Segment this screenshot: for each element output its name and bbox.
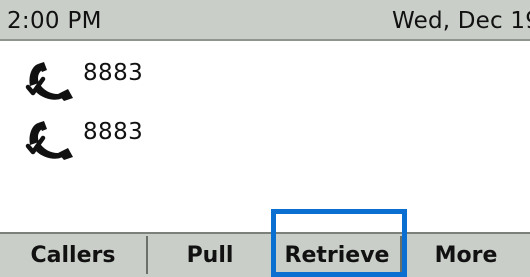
softkey-more[interactable]: More	[402, 234, 530, 277]
call-number: 8883	[83, 60, 144, 86]
softkey-callers[interactable]: Callers	[0, 234, 146, 277]
softkey-bar: Callers Pull Retrieve More	[0, 232, 530, 277]
held-call-line[interactable]: 8883	[0, 56, 530, 104]
phone-screen: 2:00 PM Wed, Dec 19 8883 8883 Callers Pu…	[0, 0, 530, 277]
softkey-pull[interactable]: Pull	[148, 234, 272, 277]
handset-held-icon	[25, 121, 73, 160]
retrieve-highlight-box	[271, 209, 407, 277]
call-number: 8883	[83, 119, 144, 145]
status-date: Wed, Dec 19	[392, 8, 530, 34]
status-bar: 2:00 PM Wed, Dec 19	[0, 0, 530, 41]
held-call-line[interactable]: 8883	[0, 115, 530, 163]
handset-held-icon	[25, 62, 73, 101]
status-time: 2:00 PM	[7, 8, 102, 34]
